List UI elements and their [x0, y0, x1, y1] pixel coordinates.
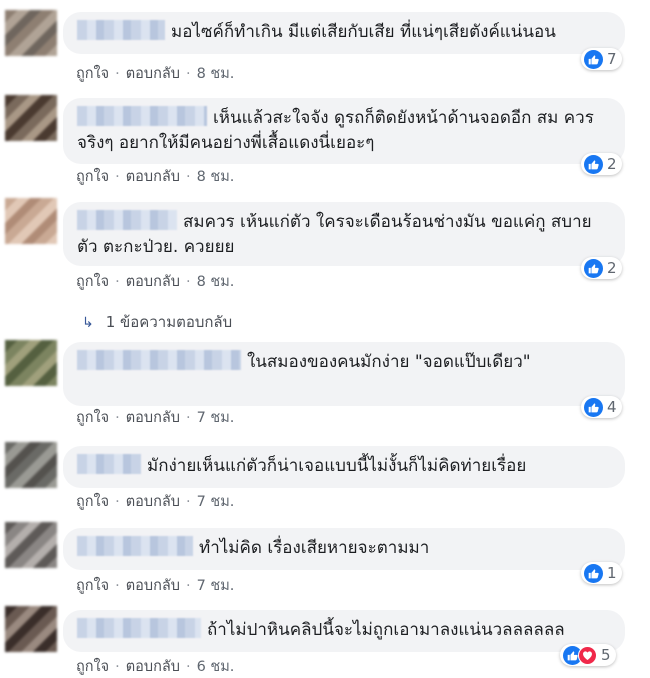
reply-link[interactable]: ตอบกลับ — [126, 659, 180, 675]
like-icon — [584, 49, 603, 69]
like-link[interactable]: ถูกใจ — [76, 659, 109, 675]
comment-text: ในสมองของคนมักง่าย "จอดแป๊บเดียว" — [247, 352, 531, 372]
reaction-count[interactable]: 1 — [581, 562, 622, 584]
reply-link[interactable]: ตอบกลับ — [126, 578, 180, 594]
reaction-number: 1 — [607, 564, 617, 582]
like-link[interactable]: ถูกใจ — [76, 66, 109, 82]
avatar[interactable] — [5, 10, 57, 56]
commenter-name[interactable] — [77, 20, 165, 40]
like-link[interactable]: ถูกใจ — [76, 494, 109, 510]
like-icon — [584, 154, 603, 174]
comment-actions: ถูกใจ · ตอบกลับ · 7 ชม. — [76, 494, 235, 510]
comment-actions: ถูกใจ · ตอบกลับ · 8 ชม. — [76, 66, 235, 82]
reaction-count[interactable]: 4 — [581, 396, 622, 418]
comment-text: ทำไม่คิด เรื่องเสียหายจะตามมา — [199, 538, 430, 558]
timestamp[interactable]: 7 ชม. — [197, 410, 235, 426]
commenter-name[interactable] — [77, 454, 141, 474]
reply-link[interactable]: ตอบกลับ — [126, 410, 180, 426]
timestamp[interactable]: 6 ชม. — [197, 659, 235, 675]
reply-arrow-icon: ↳ — [82, 315, 94, 331]
commenter-name[interactable] — [77, 350, 241, 370]
like-icon — [584, 258, 603, 278]
comment-actions: ถูกใจ · ตอบกลับ · 8 ชม. — [76, 169, 235, 185]
like-link[interactable]: ถูกใจ — [76, 578, 109, 594]
comment-bubble: มอไซค์ก็ทำเกิน มีแต่เสียกับเสีย ที่แน่ๆเ… — [63, 12, 625, 54]
comment-text: ถ้าไม่ปาหินคลิปนี้จะไม่ถูกเอามาลงแน่นวลล… — [207, 620, 565, 640]
like-icon — [584, 397, 603, 417]
avatar[interactable] — [5, 95, 57, 141]
comment-actions: ถูกใจ · ตอบกลับ · 8 ชม. — [76, 274, 235, 290]
reaction-number: 5 — [601, 646, 611, 664]
reaction-count[interactable]: 2 — [581, 153, 622, 175]
reply-link[interactable]: ตอบกลับ — [126, 274, 180, 290]
commenter-name[interactable] — [77, 106, 207, 126]
comment-bubble: ในสมองของคนมักง่าย "จอดแป๊บเดียว" — [63, 342, 625, 406]
comment-bubble: ทำไม่คิด เรื่องเสียหายจะตามมา — [63, 528, 625, 570]
reaction-number: 7 — [607, 50, 617, 68]
commenter-name[interactable] — [77, 536, 193, 556]
timestamp[interactable]: 8 ชม. — [197, 66, 235, 82]
avatar[interactable] — [5, 442, 57, 488]
timestamp[interactable]: 8 ชม. — [197, 169, 235, 185]
like-link[interactable]: ถูกใจ — [76, 274, 109, 290]
timestamp[interactable]: 8 ชม. — [197, 274, 235, 290]
comment-text: มอไซค์ก็ทำเกิน มีแต่เสียกับเสีย ที่แน่ๆเ… — [171, 22, 556, 42]
like-icon — [584, 563, 603, 583]
like-link[interactable]: ถูกใจ — [76, 169, 109, 185]
reply-link[interactable]: ตอบกลับ — [126, 66, 180, 82]
timestamp[interactable]: 7 ชม. — [197, 494, 235, 510]
reaction-number: 4 — [607, 398, 617, 416]
replies-label: 1 ข้อความตอบกลับ — [105, 313, 233, 331]
comment-actions: ถูกใจ · ตอบกลับ · 6 ชม. — [76, 659, 235, 675]
reaction-count[interactable]: 7 — [581, 48, 622, 70]
reaction-number: 2 — [607, 155, 617, 173]
comment-bubble: มักง่ายเห็นแก่ตัวก็น่าเจอแบบนี้ไม่งั้นก็… — [63, 446, 625, 488]
comment-bubble: เห็นแล้วสะใจจัง ดูรถก็ติดยังหน้าด้านจอดอ… — [63, 98, 625, 164]
comment-text: มักง่ายเห็นแก่ตัวก็น่าเจอแบบนี้ไม่งั้นก็… — [147, 456, 527, 476]
timestamp[interactable]: 7 ชม. — [197, 578, 235, 594]
reaction-count[interactable]: 5 — [560, 644, 616, 666]
reaction-count[interactable]: 2 — [581, 257, 622, 279]
like-link[interactable]: ถูกใจ — [76, 410, 109, 426]
reply-link[interactable]: ตอบกลับ — [126, 494, 180, 510]
comment-bubble: สมควร เห้นแก่ตัว ใครจะเดือนร้อนช่างมัน ข… — [63, 202, 625, 266]
avatar[interactable] — [5, 340, 57, 386]
avatar[interactable] — [5, 606, 57, 652]
comment-bubble: ถ้าไม่ปาหินคลิปนี้จะไม่ถูกเอามาลงแน่นวลล… — [63, 610, 625, 652]
comment-actions: ถูกใจ · ตอบกลับ · 7 ชม. — [76, 578, 235, 594]
commenter-name[interactable] — [77, 210, 177, 230]
avatar[interactable] — [5, 198, 57, 244]
reply-link[interactable]: ตอบกลับ — [126, 169, 180, 185]
commenter-name[interactable] — [77, 618, 201, 638]
reaction-number: 2 — [607, 259, 617, 277]
view-replies-link[interactable]: ↳ 1 ข้อความตอบกลับ — [82, 310, 232, 334]
love-icon — [578, 645, 597, 665]
comment-actions: ถูกใจ · ตอบกลับ · 7 ชม. — [76, 410, 235, 426]
avatar[interactable] — [5, 522, 57, 568]
